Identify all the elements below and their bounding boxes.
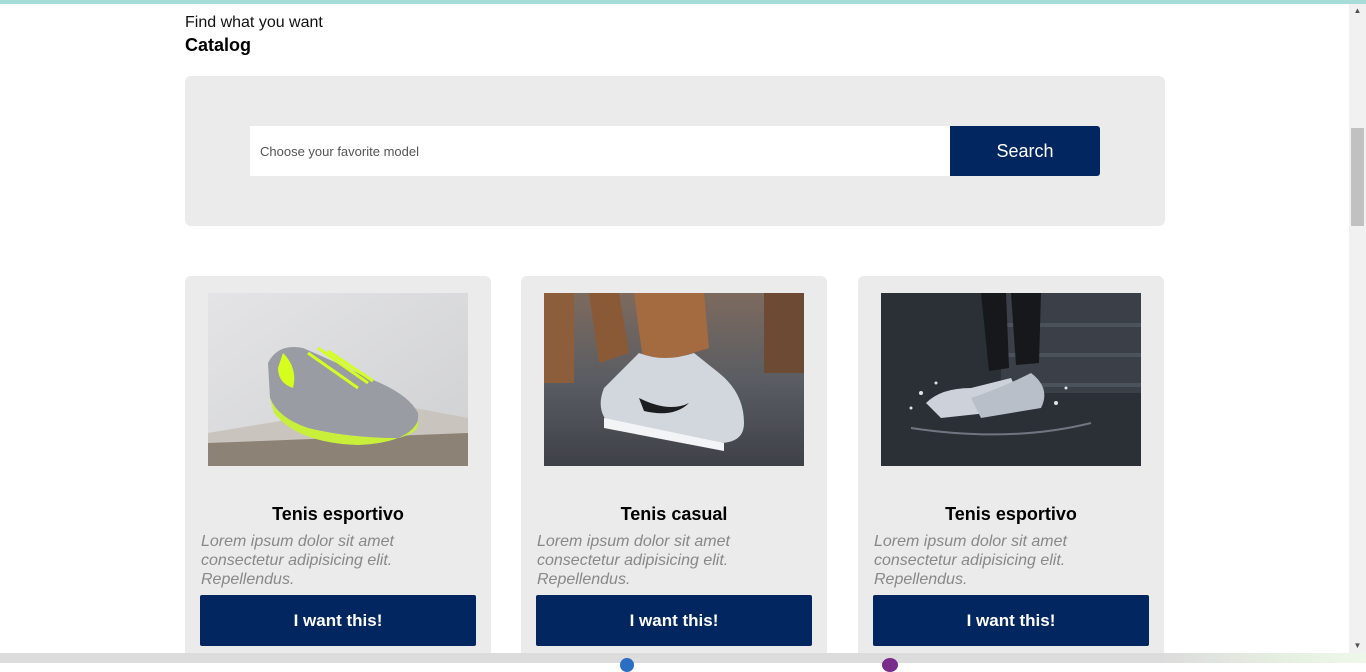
search-panel: Search	[185, 76, 1165, 226]
page-title: Catalog	[185, 35, 252, 55]
scrollbar-thumb[interactable]	[1351, 128, 1364, 226]
browser-bottom-strip	[0, 653, 1366, 672]
want-this-button[interactable]: I want this!	[873, 595, 1149, 646]
product-description: Lorem ipsum dolor sit amet consectetur a…	[201, 533, 394, 588]
search-input[interactable]	[250, 126, 950, 176]
product-image-neon-running-shoe	[208, 293, 468, 466]
vertical-scrollbar[interactable]: ▲ ▼	[1349, 4, 1366, 653]
product-image-sneakers-splashing	[881, 293, 1141, 466]
product-card: Tenis casual Lorem ipsum dolor sit amet …	[521, 276, 827, 653]
want-this-button[interactable]: I want this!	[200, 595, 476, 646]
want-this-button[interactable]: I want this!	[536, 595, 812, 646]
product-card: Tenis esportivo Lorem ipsum dolor sit am…	[858, 276, 1164, 653]
product-title: Tenis esportivo	[272, 504, 404, 524]
taskbar-app-icon[interactable]	[620, 658, 634, 672]
search-button[interactable]: Search	[950, 126, 1100, 176]
page-viewport: Find what you want Catalog Search	[0, 4, 1349, 653]
product-description: Lorem ipsum dolor sit amet consectetur a…	[537, 533, 730, 588]
triangle-up-icon[interactable]: ▲	[1349, 4, 1366, 18]
product-image-grey-sneaker	[544, 293, 804, 466]
product-card: Tenis esportivo Lorem ipsum dolor sit am…	[185, 276, 491, 653]
taskbar-app-icon[interactable]	[882, 658, 898, 672]
product-title: Tenis esportivo	[945, 504, 1077, 524]
product-title: Tenis casual	[620, 504, 728, 524]
triangle-down-icon[interactable]: ▼	[1349, 639, 1366, 653]
product-description: Lorem ipsum dolor sit amet consectetur a…	[874, 533, 1067, 588]
page-subtitle: Find what you want	[185, 14, 323, 31]
